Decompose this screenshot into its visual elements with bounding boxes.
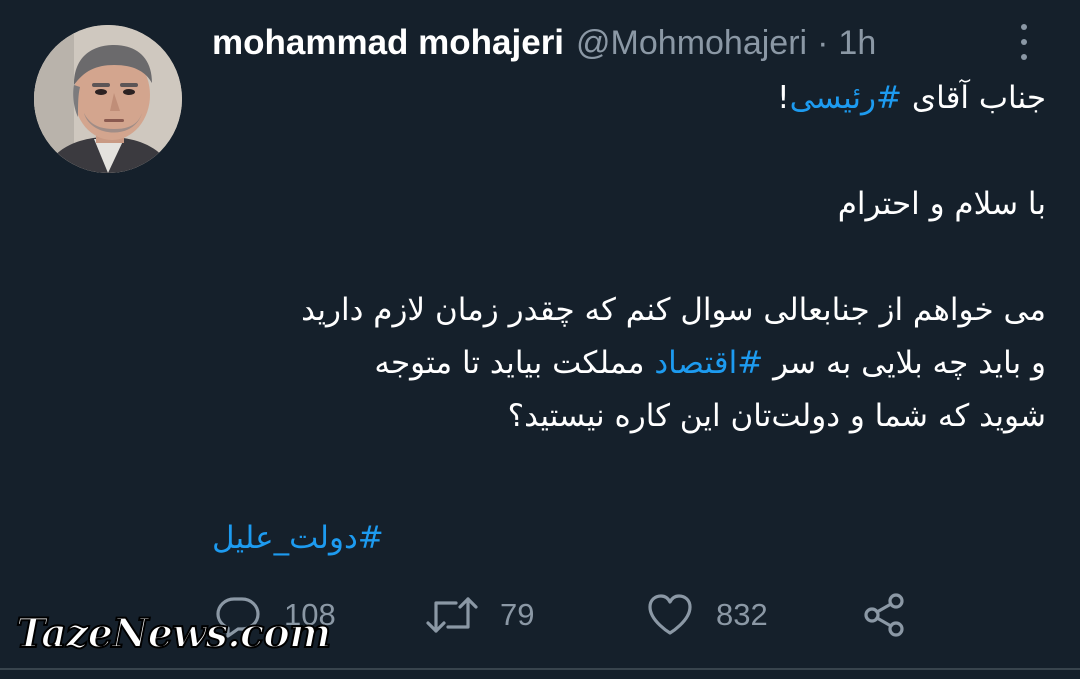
tweet-line-1: جناب آقای #رئیسی! (206, 72, 1046, 125)
display-name[interactable]: mohammad mohajeri (212, 23, 564, 63)
share-button[interactable] (860, 590, 908, 640)
avatar-image (34, 25, 182, 173)
hashtag-footer: #دولت_علیل (212, 512, 384, 565)
watermark: TazeNews.com (15, 609, 332, 658)
tweet-text: جناب آقای (902, 80, 1046, 116)
more-dot (1021, 39, 1027, 45)
share-icon (864, 593, 904, 637)
like-button[interactable]: 832 (646, 590, 768, 640)
retweet-icon (426, 597, 478, 633)
tweet-line-4: و باید چه بلایی به سر #اقتصاد مملکت بیای… (206, 337, 1046, 390)
timestamp[interactable]: 1h (838, 24, 876, 63)
handle[interactable]: @Mohmohajeri (576, 24, 807, 63)
hashtag-link[interactable]: #دولت_علیل (212, 520, 384, 556)
like-icon (648, 594, 692, 635)
more-options-icon[interactable] (1016, 24, 1032, 60)
tweet-line-5: شوید که شما و دولت‌تان این کاره نیستید؟ (507, 398, 1046, 434)
tweet-body: جناب آقای #رئیسی! با سلام و احترام می خو… (206, 72, 1046, 443)
tweet-line-3: می خواهم از جنابعالی سوال کنم که چقدر زم… (301, 292, 1046, 328)
retweet-count: 79 (500, 597, 535, 632)
hashtag-link[interactable]: #رئیسی (790, 80, 902, 116)
tweet: mohammad mohajeri @Mohmohajeri · 1h جناب… (0, 0, 1080, 679)
separator-dot: · (817, 23, 829, 62)
retweet-button[interactable]: 79 (426, 590, 534, 640)
more-dot (1021, 54, 1027, 60)
tweet-line-2: با سلام و احترام (837, 186, 1046, 222)
tweet-text: و باید چه بلایی به سر (763, 345, 1046, 381)
tweet-text: مملکت بیاید تا متوجه (374, 345, 655, 381)
divider (0, 668, 1080, 670)
hashtag-link[interactable]: #اقتصاد (654, 345, 763, 381)
tweet-text: ! (777, 80, 790, 116)
tweet-header: mohammad mohajeri @Mohmohajeri · 1h (212, 16, 876, 70)
avatar[interactable] (34, 25, 182, 173)
more-dot (1021, 24, 1027, 30)
like-count: 832 (716, 597, 768, 632)
